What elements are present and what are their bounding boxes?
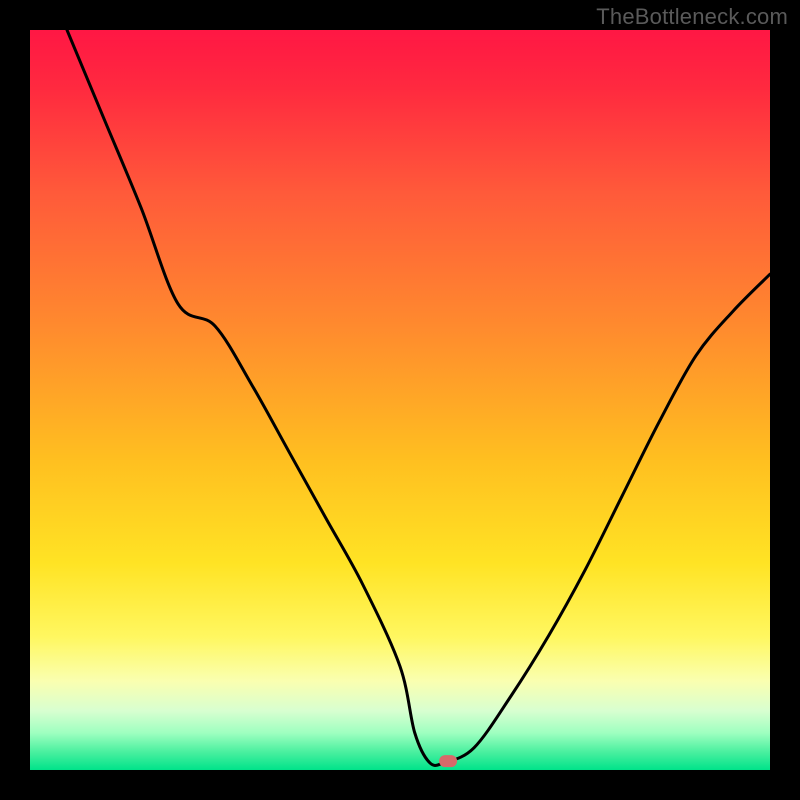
chart-frame: TheBottleneck.com <box>0 0 800 800</box>
watermark-text: TheBottleneck.com <box>596 4 788 30</box>
optimal-point-marker <box>439 755 457 767</box>
chart-svg <box>30 30 770 770</box>
gradient-background <box>30 30 770 770</box>
plot-area <box>30 30 770 770</box>
